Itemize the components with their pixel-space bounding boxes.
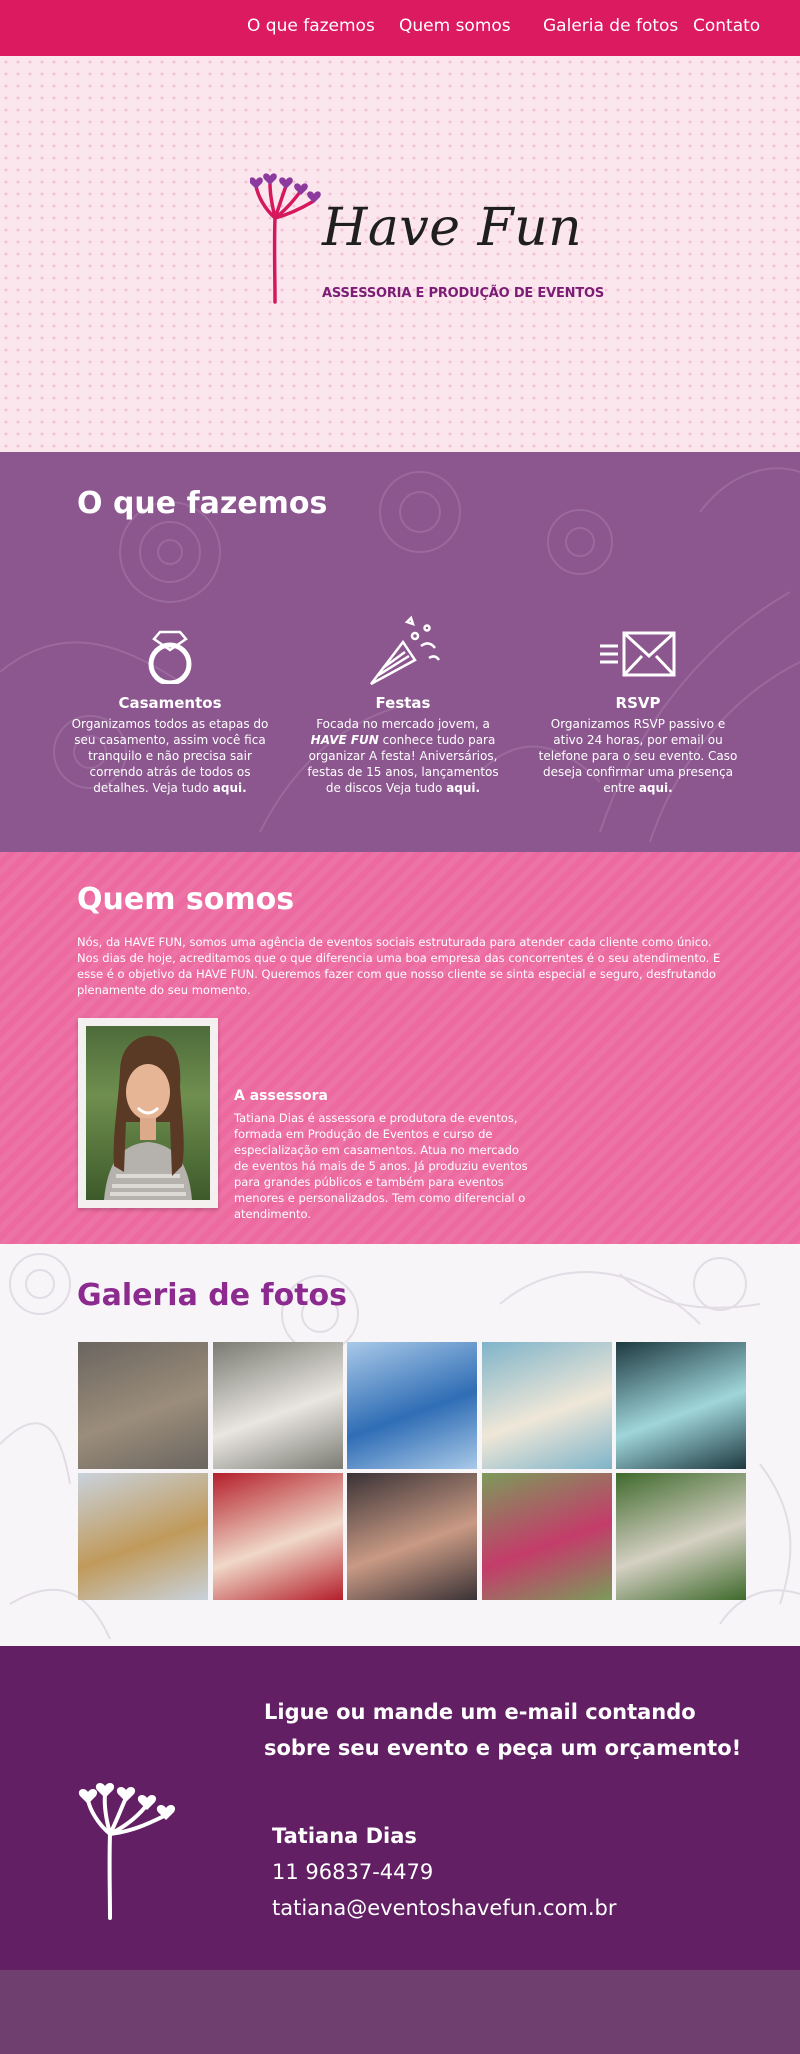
photo-bride-dress-beach[interactable] (481, 1342, 612, 1469)
services-section: O que fazemos Casamentos Organizamos tod… (0, 452, 800, 852)
envelope-icon (538, 630, 738, 680)
contact-call-to-action: Ligue ou mande um e-mail contando sobre … (264, 1700, 742, 1760)
service-title: Festas (375, 694, 431, 712)
logo-tagline: ASSESSORIA E PRODUÇÃO DE EVENTOS (322, 286, 605, 301)
nav-link-contato[interactable]: Contato (693, 16, 760, 36)
dandelion-hearts-icon (250, 173, 321, 304)
photo-champagne-toast[interactable] (212, 1473, 343, 1600)
service-title: RSVP (615, 694, 661, 712)
photo-friends-selfie[interactable] (347, 1473, 477, 1600)
assessora-photo (86, 1026, 210, 1200)
photo-bride-and-groom[interactable] (212, 1342, 343, 1469)
footer-bar (0, 1970, 800, 2054)
service-description: Organizamos todos as etapas do seu casam… (71, 717, 269, 795)
top-navigation: O que fazemos Quem somos Galeria de foto… (0, 0, 800, 56)
photo-groomsmen-shoes[interactable] (78, 1342, 208, 1469)
service-description: Organizamos RSVP passivo e ativo 24 hora… (538, 717, 738, 795)
ring-icon (70, 622, 270, 684)
services-title: O que fazemos (77, 486, 328, 521)
photo-outdoor-ceremony[interactable] (616, 1473, 746, 1600)
photo-grid (78, 1342, 746, 1600)
assessora-photo-frame (78, 1018, 218, 1208)
about-title: Quem somos (77, 882, 295, 917)
contact-phone[interactable]: 11 96837-4479 (272, 1860, 433, 1884)
contact-section: Ligue ou mande um e-mail contando sobre … (0, 1646, 800, 1970)
service-link[interactable]: aqui. (446, 781, 480, 795)
service-description: Focada no mercado jovem, a HAVE FUN conh… (307, 717, 499, 795)
contact-name: Tatiana Dias (272, 1824, 417, 1848)
photo-dj-lights[interactable] (616, 1342, 746, 1469)
party-cone-icon (303, 612, 503, 688)
photo-blue-balloons[interactable] (347, 1342, 477, 1469)
nav-link-quem-somos[interactable]: Quem somos (399, 16, 511, 36)
gallery-title: Galeria de fotos (77, 1278, 347, 1313)
gallery-section: Galeria de fotos (0, 1244, 800, 1646)
service-rsvp: RSVP Organizamos RSVP passivo e ativo 24… (538, 630, 738, 830)
service-link[interactable]: aqui. (639, 781, 673, 795)
service-festas: Festas Focada no mercado jovem, a HAVE F… (303, 612, 503, 822)
about-description: Nós, da HAVE FUN, somos uma agência de e… (77, 935, 721, 997)
nav-link-o-que-fazemos[interactable]: O que fazemos (247, 16, 375, 36)
photo-wedding-rings[interactable] (78, 1473, 208, 1600)
service-link[interactable]: aqui. (213, 781, 247, 795)
assessora-description: Tatiana Dias é assessora e produtora de … (234, 1111, 528, 1221)
photo-flower-arrangement[interactable] (481, 1473, 612, 1600)
assessora-title: A assessora (234, 1088, 328, 1104)
service-casamentos: Casamentos Organizamos todos as etapas d… (70, 622, 270, 822)
about-section: Quem somos Nós, da HAVE FUN, somos uma a… (0, 852, 800, 1244)
dandelion-hearts-white-icon (78, 1783, 176, 1920)
service-title: Casamentos (118, 694, 222, 712)
nav-link-galeria[interactable]: Galeria de fotos (543, 16, 678, 36)
logo-title: Have Fun (322, 198, 583, 258)
contact-email[interactable]: tatiana@eventoshavefun.com.br (272, 1896, 617, 1920)
